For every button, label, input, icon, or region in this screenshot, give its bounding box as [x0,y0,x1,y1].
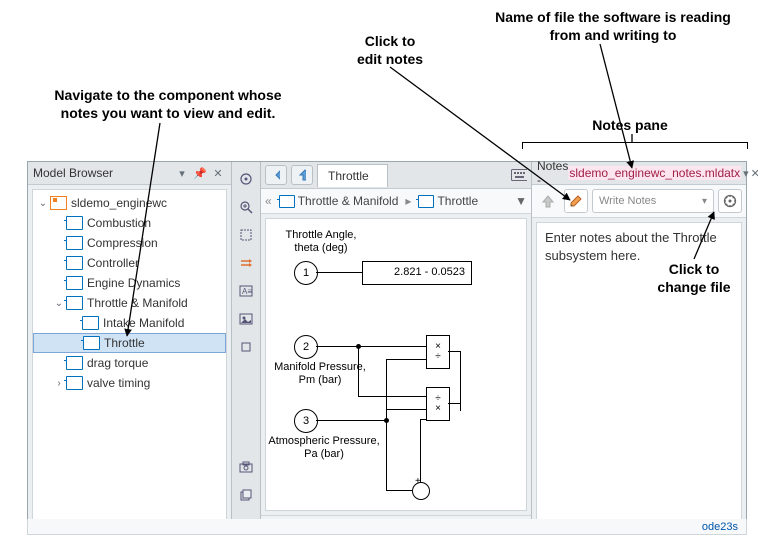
chevron-down-icon[interactable]: ▾ [174,165,190,181]
tree-item-label: sldemo_enginewc [67,196,167,210]
bracket-notes-pane [522,142,748,149]
port3-label: Atmospheric Pressure, Pa (bar) [266,435,382,461]
tree-item-label: Compression [83,236,158,250]
nav-back-button[interactable] [265,165,287,185]
change-file-button[interactable] [718,189,742,213]
camera-icon[interactable] [235,456,257,478]
tree-item-label: Throttle [100,336,145,350]
tree-item[interactable]: drag torque [33,353,226,373]
edit-notes-button[interactable] [564,189,588,213]
tab-label: Throttle [328,169,369,183]
model-browser-title: Model Browser [33,166,172,180]
port2[interactable]: 2 [294,335,318,359]
zoom-in-icon[interactable] [235,196,257,218]
canvas-area: Throttle « Throttle & Manifold ▸ Throttl… [261,162,531,534]
notes-toolbar: Write Notes [532,185,746,218]
subsystem-icon [82,316,99,330]
keyboard-icon[interactable] [511,167,527,183]
fit-icon[interactable] [235,224,257,246]
notes-body[interactable]: Enter notes about the Throttle subsystem… [536,222,742,530]
tree-item[interactable]: Controller [33,253,226,273]
notes-panel: Notes - sldemo_enginewc_notes.mldatx ▾ ✕… [531,162,746,534]
app-window: Model Browser ▾ 📌 ✕ ⌄ sldemo_enginewc Comb… [27,161,747,535]
square-icon[interactable] [235,336,257,358]
tree-item[interactable]: ›valve timing [33,373,226,393]
subsystem-icon [66,256,83,270]
tab-throttle[interactable]: Throttle [317,164,388,187]
notes-filename: sldemo_enginewc_notes.mldatx [568,166,741,180]
tree-item[interactable]: ⌄ sldemo_enginewc [33,193,226,213]
subsystem-icon [66,296,83,310]
tree-item[interactable]: Compression [33,233,226,253]
port2-label: Manifold Pressure, Pm (bar) [270,361,370,387]
tree-item-label: Engine Dynamics [83,276,180,290]
diagram-canvas[interactable]: Throttle Angle, theta (deg) 1 2.821 - 0.… [265,218,527,511]
block-icon [418,195,434,208]
subsystem-icon [66,236,83,250]
chevron-down-icon[interactable]: ⌄ [37,198,49,209]
model-browser-header: Model Browser ▾ 📌 ✕ [28,162,231,185]
top-nav-bar: Throttle [261,162,531,189]
svg-text:A≡: A≡ [242,287,252,296]
tree-item-label: Intake Manifold [99,316,184,330]
tree-item[interactable]: ⌄Throttle & Manifold [33,293,226,313]
target-icon[interactable] [235,168,257,190]
model-icon [50,196,67,210]
annotation-edit-notes: Click to edit notes [330,32,450,68]
pin-icon[interactable]: 📌 [192,165,208,181]
multiply-divide-block-1[interactable]: ×÷ [426,335,450,369]
nav-up-button[interactable] [291,165,313,185]
notes-title-prefix: Notes - [537,159,568,187]
vertical-toolbar: A≡ « [232,162,261,534]
breadcrumb[interactable]: « Throttle & Manifold ▸ Throttle ▼ [261,189,531,214]
arrows-icon[interactable] [235,252,257,274]
port1[interactable]: 1 [294,261,318,285]
breadcrumb-seg-1[interactable]: Throttle & Manifold [276,194,402,208]
tree-item-label: Combustion [83,216,151,230]
port1-label: Throttle Angle, theta (deg) [276,229,366,255]
model-tree[interactable]: ⌄ sldemo_enginewc Combustion Compression Con… [32,189,227,530]
subsystem-icon [66,216,83,230]
tree-item[interactable]: Engine Dynamics [33,273,226,293]
model-browser-panel: Model Browser ▾ 📌 ✕ ⌄ sldemo_enginewc Comb… [28,162,232,534]
tree-item[interactable]: Combustion [33,213,226,233]
annotation-icon[interactable]: A≡ [235,280,257,302]
subsystem-icon [66,356,83,370]
breadcrumb-seg-2[interactable]: Throttle [415,194,481,208]
solver-link[interactable]: ode23s [702,521,738,533]
subsystem-icon [66,376,83,390]
port3[interactable]: 3 [294,409,318,433]
notes-header: Notes - sldemo_enginewc_notes.mldatx ▾ ✕ [532,162,746,185]
block-icon [279,195,295,208]
tree-item[interactable]: Intake Manifold [33,313,226,333]
equation-block[interactable]: 2.821 - 0.0523 [362,261,472,285]
tree-item-label: drag torque [83,356,148,370]
notes-mode-dropdown[interactable]: Write Notes [592,189,714,213]
image-icon[interactable] [235,308,257,330]
tree-item[interactable]: Throttle [33,333,226,353]
multiply-divide-block-2[interactable]: ÷× [426,387,450,421]
chevron-down-icon[interactable]: ▾ [743,165,749,181]
close-icon[interactable]: ✕ [751,165,758,181]
tree-item-label: valve timing [83,376,150,390]
subsystem-icon [83,336,100,350]
tree-item-label: Throttle & Manifold [83,296,188,310]
close-icon[interactable]: ✕ [210,165,226,181]
annotation-notes-pane: Notes pane [570,116,690,134]
up-icon[interactable] [536,189,560,213]
annotation-navigate: Navigate to the component whose notes yo… [28,86,308,122]
layers-icon[interactable] [235,484,257,506]
annotation-file-name: Name of file the software is reading fro… [478,8,748,44]
subsystem-icon [66,276,83,290]
status-bar: ode23s [27,519,747,535]
tree-item-label: Controller [83,256,139,270]
